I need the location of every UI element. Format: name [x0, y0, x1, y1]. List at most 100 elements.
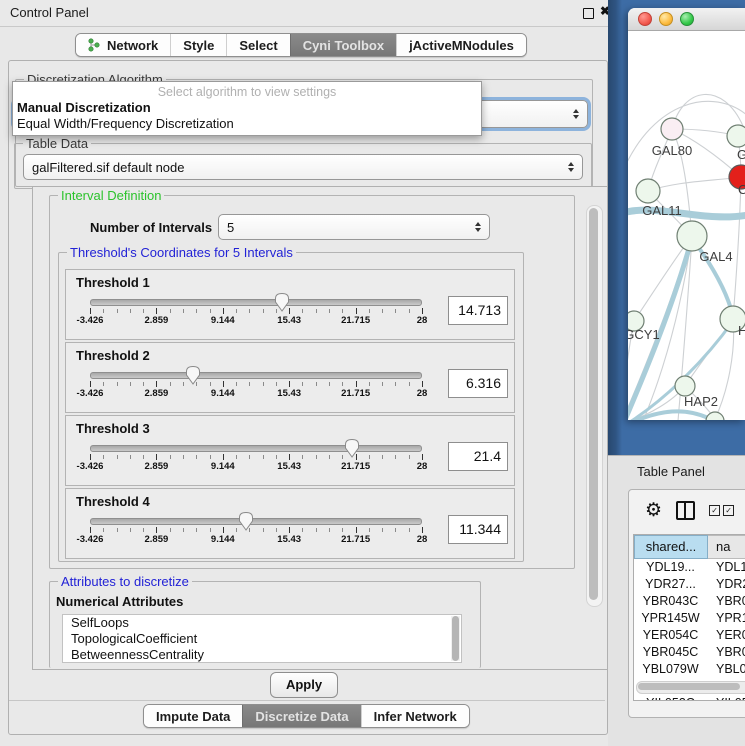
numerical-attributes-list[interactable]: SelfLoopsTopologicalCoefficientBetweenne… [62, 614, 462, 663]
tick-label: 28 [417, 388, 428, 399]
table-row[interactable]: YBR045CYBR04 [634, 644, 745, 661]
table-data-value: galFiltered.sif default node [32, 160, 184, 175]
minimize-traffic-light-icon[interactable] [659, 12, 673, 26]
attributes-list-scrollbar[interactable] [451, 616, 460, 661]
thresholds-coordinates-label: Threshold's Coordinates for 5 Intervals [67, 245, 296, 260]
number-of-intervals-value: 5 [227, 220, 234, 235]
float-window-icon[interactable] [583, 8, 594, 19]
tick-label: 2.859 [145, 315, 169, 326]
attribute-item[interactable]: SelfLoops [63, 615, 461, 631]
numerical-attributes-heading: Numerical Attributes [56, 594, 183, 609]
threshold-value-field[interactable]: 14.713 [448, 296, 508, 325]
split-columns-icon[interactable] [676, 501, 695, 520]
threshold-title: Threshold 4 [76, 494, 514, 509]
table-data-group: Table Data galFiltered.sif default node [14, 143, 592, 189]
table-row[interactable]: YBR043CYBR04 [634, 593, 745, 610]
threshold-value-field[interactable]: 21.4 [448, 442, 508, 471]
thresholds-coordinates-group: Threshold's Coordinates for 5 Intervals … [58, 252, 524, 562]
number-of-intervals-select[interactable]: 5 [218, 214, 490, 240]
popup-option-manual[interactable]: Manual Discretization [13, 99, 481, 115]
tab-impute-data[interactable]: Impute Data [144, 705, 242, 727]
combo-spinner-icon [560, 162, 574, 172]
threshold-panel-4: Threshold 4 -3.4262.8599.14415.4321.71528… [65, 488, 515, 559]
attribute-item[interactable]: BetweennessCentrality [63, 647, 461, 663]
tab-infer-network[interactable]: Infer Network [361, 705, 469, 727]
threshold-panel-2: Threshold 2-3.4262.8599.14415.4321.71528… [65, 342, 515, 413]
threshold-value-field[interactable]: 11.344 [448, 515, 508, 544]
table-row[interactable]: YBL079WYBL07 [634, 661, 745, 678]
threshold-slider[interactable]: -3.4262.8599.14415.4321.71528 [90, 518, 422, 546]
checkbox-icons[interactable]: ✓ ✓ [709, 505, 734, 516]
control-panel-window: Control Panel ✖ Discretization Algorithm… [0, 0, 608, 745]
column-header-name[interactable]: na [708, 535, 745, 559]
node-label-gal4: GAL4 [699, 249, 732, 264]
tick-label: 2.859 [145, 388, 169, 399]
column-header-shared-name[interactable]: shared... [634, 535, 708, 559]
settings-vertical-scrollbar[interactable] [586, 205, 603, 607]
table-data-select[interactable]: galFiltered.sif default node [23, 154, 583, 180]
gear-icon[interactable]: ⚙ [645, 501, 662, 520]
popup-placeholder: Select algorithm to view settings [13, 82, 481, 99]
algorithm-dropdown-popup: Select algorithm to view settings Manual… [12, 81, 482, 136]
control-panel-title: Control Panel [10, 5, 89, 20]
checkbox-icon[interactable]: ✓ [709, 505, 720, 516]
threshold-panel-1: Threshold 1 -3.4262.8599.14415.4321.71528… [65, 269, 515, 340]
table-toolbar: ⚙ ✓ ✓ [629, 490, 745, 530]
slider-track[interactable] [90, 518, 422, 525]
table-row[interactable]: YDL19...YDL19 [634, 559, 745, 576]
tick-label: 28 [417, 534, 428, 545]
tab-select[interactable]: Select [226, 34, 289, 56]
network-window-titlebar [628, 8, 745, 31]
slider-track[interactable] [90, 445, 422, 452]
table-rows: YDL19...YDL19YDR27...YDR27YBR043CYBR04YP… [634, 559, 745, 701]
slider-track[interactable] [90, 299, 422, 306]
tick-label: 9.144 [211, 461, 235, 472]
attribute-item[interactable]: TopologicalCoefficient [63, 631, 461, 647]
control-panel-tabs: NetworkStyleSelectCyni ToolboxjActiveMNo… [75, 33, 527, 57]
threshold-panel-3: Threshold 3-3.4262.8599.14415.4321.71528… [65, 415, 515, 486]
zoom-traffic-light-icon[interactable] [680, 12, 694, 26]
apply-button[interactable]: Apply [270, 672, 338, 698]
attributes-to-discretize-label: Attributes to discretize [58, 574, 192, 589]
table-horizontal-scrollbar[interactable] [636, 681, 745, 694]
threshold-slider[interactable]: -3.4262.8599.14415.4321.71528 [90, 445, 422, 473]
table-data-label: Table Data [23, 136, 91, 151]
node-gal80 [661, 118, 683, 140]
table-panel: Table Panel ⚙ ✓ ✓ shared... na YDL19...Y… [608, 455, 745, 746]
close-traffic-light-icon[interactable] [638, 12, 652, 26]
node-label-partial-h: H [738, 323, 745, 338]
tick-label: 15.43 [277, 315, 301, 326]
interval-definition-label: Interval Definition [58, 188, 164, 203]
table-row[interactable]: YDR27...YDR27 [634, 576, 745, 593]
tab-cyni-toolbox[interactable]: Cyni Toolbox [290, 34, 396, 56]
node-bottom [706, 412, 724, 420]
tick-label: 21.715 [341, 388, 370, 399]
tick-label: 15.43 [277, 461, 301, 472]
tab-discretize-data[interactable]: Discretize Data [242, 705, 360, 727]
threshold-title: Threshold 1 [76, 275, 514, 290]
node-hap2 [675, 376, 695, 396]
node-gal4 [677, 221, 707, 251]
tab-network[interactable]: Network [76, 34, 170, 56]
tab-style[interactable]: Style [170, 34, 226, 56]
combo-spinner-icon [467, 222, 481, 232]
threshold-slider[interactable]: -3.4262.8599.14415.4321.71528 [90, 299, 422, 327]
checkbox-icon[interactable]: ✓ [723, 505, 734, 516]
slider-track[interactable] [90, 372, 422, 379]
cyni-toolbox-tabs: Impute DataDiscretize DataInfer Network [143, 704, 470, 728]
tick-label: 2.859 [145, 534, 169, 545]
table-row[interactable]: YPR145WYPR14 [634, 610, 745, 627]
table-row[interactable]: YER054CYER05 [634, 627, 745, 644]
tick-label: -3.426 [77, 534, 104, 545]
tick-label: 9.144 [211, 388, 235, 399]
node-label-partial-g: G [737, 147, 745, 162]
threshold-slider[interactable]: -3.4262.8599.14415.4321.71528 [90, 372, 422, 400]
network-graph-canvas[interactable]: GAL80 G GAL11 C GAL4 GCY1 H HAP2 [628, 31, 745, 420]
node-label-gcy1: GCY1 [628, 327, 660, 342]
popup-option-equal-width[interactable]: Equal Width/Frequency Discretization [13, 115, 481, 131]
attributes-to-discretize-group: Attributes to discretize Numerical Attri… [49, 581, 481, 668]
tab-jactivemnodules[interactable]: jActiveMNodules [396, 34, 526, 56]
threshold-value-field[interactable]: 6.316 [448, 369, 508, 398]
table-row[interactable]: YIL053CYIL05 [634, 695, 745, 701]
threshold-title: Threshold 3 [76, 421, 514, 436]
